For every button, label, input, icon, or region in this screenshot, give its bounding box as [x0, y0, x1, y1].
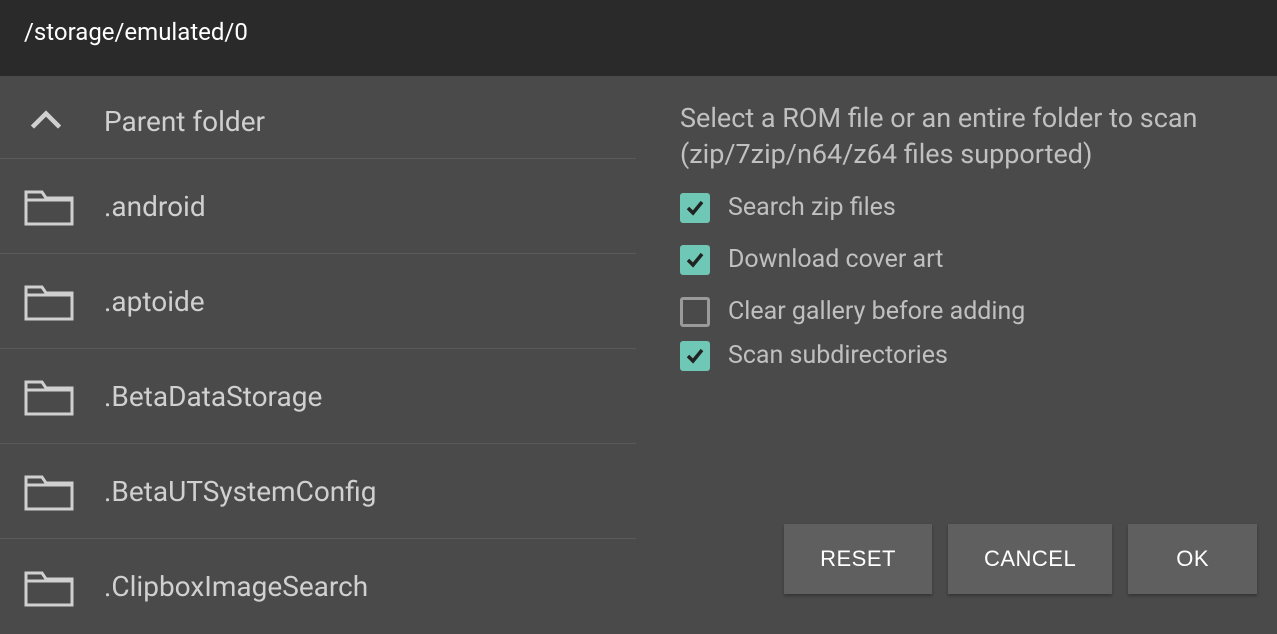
folder-item[interactable]: .BetaUTSystemConfig: [0, 444, 636, 539]
folder-item[interactable]: .aptoide: [0, 254, 636, 349]
folder-icon: [24, 471, 96, 511]
folder-label: .BetaDataStorage: [104, 380, 322, 413]
folder-icon: [24, 376, 96, 416]
button-row: RESET CANCEL OK: [784, 524, 1257, 594]
checkbox-checked-icon: [680, 341, 710, 371]
folder-label: .android: [104, 190, 206, 223]
folder-icon: [24, 281, 96, 321]
ok-button[interactable]: OK: [1128, 524, 1257, 594]
clear-gallery-label: Clear gallery before adding: [728, 297, 1025, 326]
scan-subdirs-option[interactable]: Scan subdirectories: [680, 341, 1257, 371]
folder-item[interactable]: .android: [0, 159, 636, 254]
clear-gallery-option[interactable]: Clear gallery before adding: [680, 297, 1257, 327]
search-zip-label: Search zip files: [728, 193, 896, 222]
checkbox-checked-icon: [680, 245, 710, 275]
options-panel: Select a ROM file or an entire folder to…: [636, 76, 1277, 614]
download-cover-label: Download cover art: [728, 245, 943, 274]
folder-item[interactable]: .BetaDataStorage: [0, 349, 636, 444]
content-area: Parent folder .android .aptoide .BetaDat…: [0, 76, 1277, 614]
checkbox-checked-icon: [680, 193, 710, 223]
search-zip-option[interactable]: Search zip files: [680, 193, 1257, 223]
folder-label: .aptoide: [104, 285, 205, 318]
chevron-up-icon: [24, 103, 96, 139]
path-header: /storage/emulated/0: [0, 0, 1277, 76]
folder-item[interactable]: .ClipboxImageSearch: [0, 539, 636, 634]
scan-subdirs-label: Scan subdirectories: [728, 341, 948, 370]
folder-icon: [24, 567, 96, 607]
instruction-text: Select a ROM file or an entire folder to…: [680, 100, 1257, 173]
folder-icon: [24, 186, 96, 226]
download-cover-option[interactable]: Download cover art: [680, 245, 1257, 275]
file-list: Parent folder .android .aptoide .BetaDat…: [0, 76, 636, 614]
folder-label: .BetaUTSystemConfig: [104, 475, 377, 508]
checkbox-unchecked-icon: [680, 297, 710, 327]
folder-label: .ClipboxImageSearch: [104, 570, 368, 603]
parent-folder-label: Parent folder: [104, 105, 265, 138]
current-path: /storage/emulated/0: [24, 18, 1253, 46]
reset-button[interactable]: RESET: [784, 524, 932, 594]
cancel-button[interactable]: CANCEL: [948, 524, 1112, 594]
parent-folder-item[interactable]: Parent folder: [0, 84, 636, 159]
